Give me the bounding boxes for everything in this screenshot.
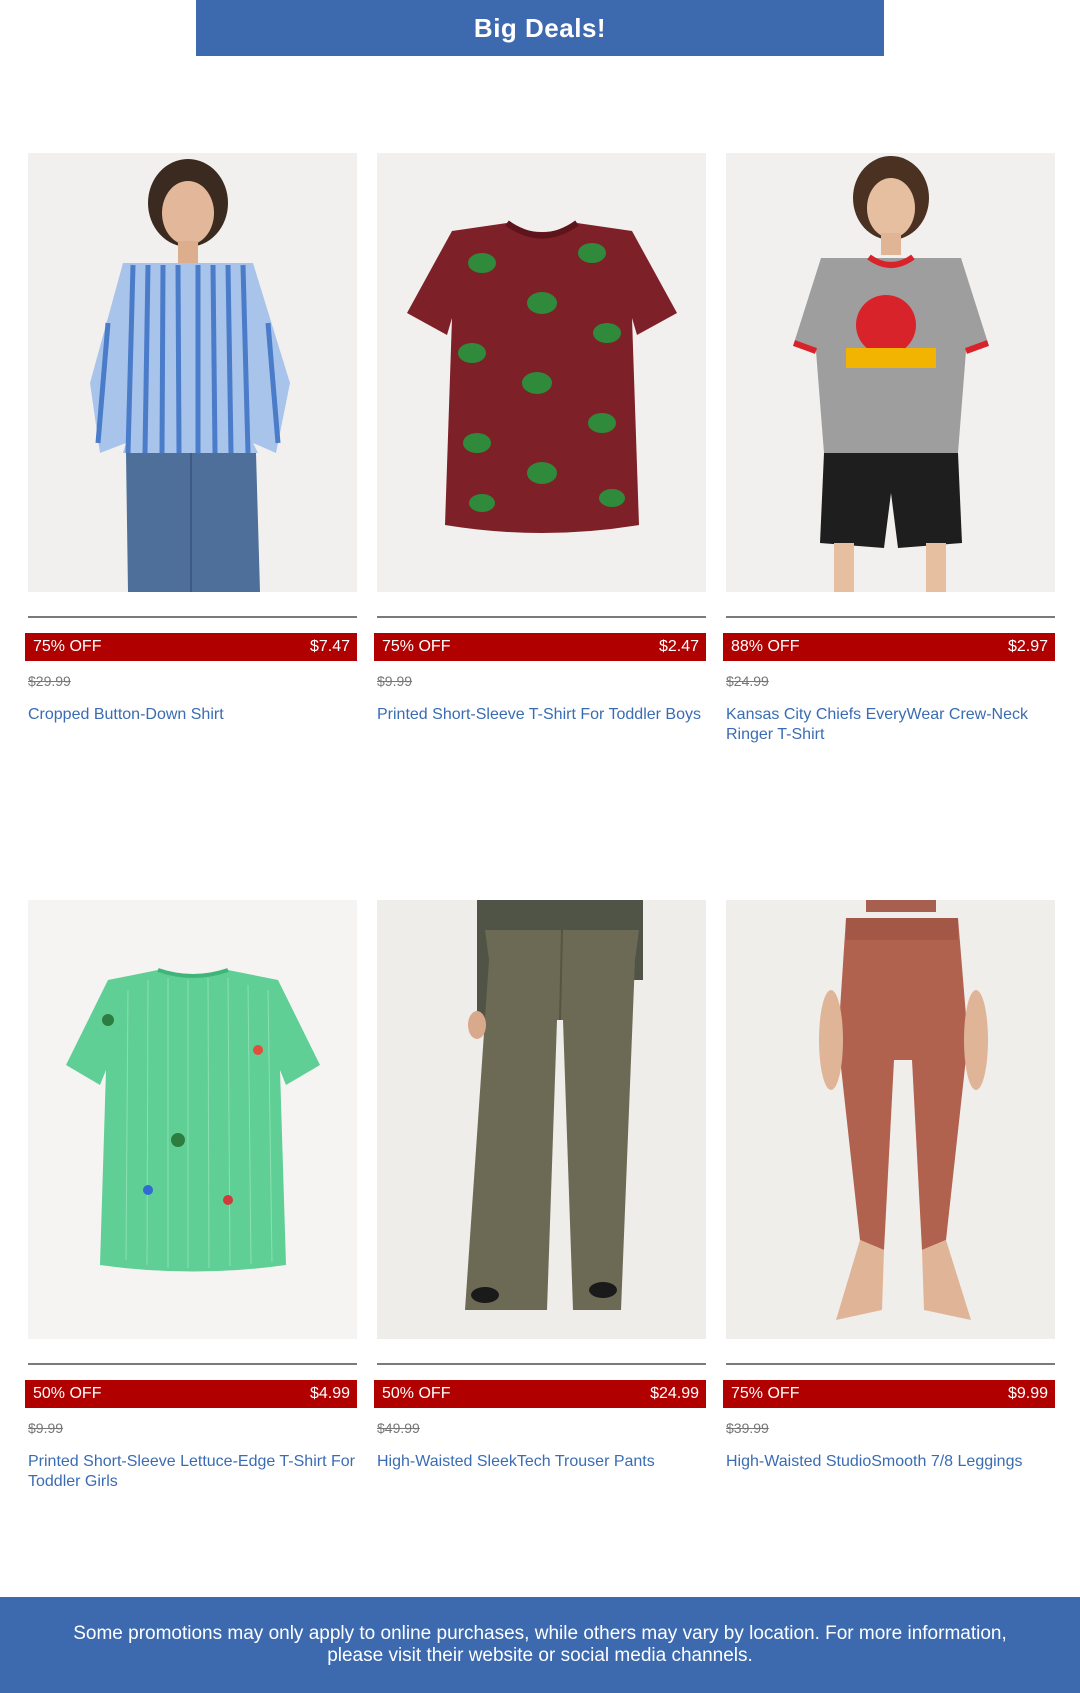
product-name-link[interactable]: Printed Short-Sleeve T-Shirt For Toddler… — [377, 705, 707, 725]
product-name-link[interactable]: High-Waisted StudioSmooth 7/8 Leggings — [726, 1452, 1056, 1472]
sale-price: $2.97 — [1007, 638, 1048, 655]
product-card-trouser-pants[interactable]: 50% OFF $24.99 $49.99 High-Waisted Sleek… — [374, 900, 706, 1470]
discount-label: 75% OFF — [731, 1385, 800, 1402]
divider — [28, 616, 357, 618]
deal-bar: 50% OFF $4.99 — [25, 1380, 357, 1408]
product-image-cropped-shirt[interactable] — [28, 153, 357, 592]
product-grid: 75% OFF $7.47 $29.99 Cropped Button-Down… — [0, 0, 1080, 1693]
sale-price: $9.99 — [1007, 1385, 1048, 1402]
deal-bar: 75% OFF $9.99 — [723, 1380, 1055, 1408]
original-price: $29.99 — [28, 673, 71, 689]
product-card-lettuce-tee[interactable]: 50% OFF $4.99 $9.99 Printed Short-Sleeve… — [25, 900, 357, 1490]
divider — [377, 1363, 706, 1365]
deal-bar: 50% OFF $24.99 — [374, 1380, 706, 1408]
product-image-trouser-pants[interactable] — [377, 900, 706, 1339]
product-image-dino-tee[interactable] — [377, 153, 706, 592]
original-price: $24.99 — [726, 673, 769, 689]
sale-price: $7.47 — [309, 638, 350, 655]
product-image-lettuce-tee[interactable] — [28, 900, 357, 1339]
product-name-link[interactable]: Cropped Button-Down Shirt — [28, 705, 358, 725]
discount-label: 75% OFF — [33, 638, 102, 655]
divider — [726, 616, 1055, 618]
product-card-dino-tee[interactable]: 75% OFF $2.47 $9.99 Printed Short-Sleeve… — [374, 153, 706, 723]
deal-bar: 88% OFF $2.97 — [723, 633, 1055, 661]
discount-label: 50% OFF — [33, 1385, 102, 1402]
product-card-chiefs-tee[interactable]: 88% OFF $2.97 $24.99 Kansas City Chiefs … — [723, 153, 1055, 743]
promo-disclaimer-footer: Some promotions may only apply to online… — [0, 1597, 1080, 1693]
sale-price: $2.47 — [658, 638, 699, 655]
product-card-leggings[interactable]: 75% OFF $9.99 $39.99 High-Waisted Studio… — [723, 900, 1055, 1470]
product-card-cropped-shirt[interactable]: 75% OFF $7.47 $29.99 Cropped Button-Down… — [25, 153, 357, 723]
product-image-chiefs-tee[interactable] — [726, 153, 1055, 592]
product-name-link[interactable]: Printed Short-Sleeve Lettuce-Edge T-Shir… — [28, 1452, 358, 1492]
discount-label: 88% OFF — [731, 638, 800, 655]
disclaimer-text: Some promotions may only apply to online… — [73, 1623, 1007, 1666]
sale-price: $4.99 — [309, 1385, 350, 1402]
product-image-leggings[interactable] — [726, 900, 1055, 1339]
divider — [726, 1363, 1055, 1365]
discount-label: 50% OFF — [382, 1385, 451, 1402]
divider — [377, 616, 706, 618]
divider — [28, 1363, 357, 1365]
sale-price: $24.99 — [650, 1385, 699, 1402]
product-name-link[interactable]: Kansas City Chiefs EveryWear Crew-Neck R… — [726, 705, 1056, 745]
original-price: $39.99 — [726, 1420, 769, 1436]
original-price: $9.99 — [28, 1420, 64, 1436]
deal-bar: 75% OFF $2.47 — [374, 633, 706, 661]
deal-bar: 75% OFF $7.47 — [25, 633, 357, 661]
product-name-link[interactable]: High-Waisted SleekTech Trouser Pants — [377, 1452, 707, 1472]
original-price: $49.99 — [377, 1420, 420, 1436]
discount-label: 75% OFF — [382, 638, 451, 655]
original-price: $9.99 — [377, 673, 413, 689]
